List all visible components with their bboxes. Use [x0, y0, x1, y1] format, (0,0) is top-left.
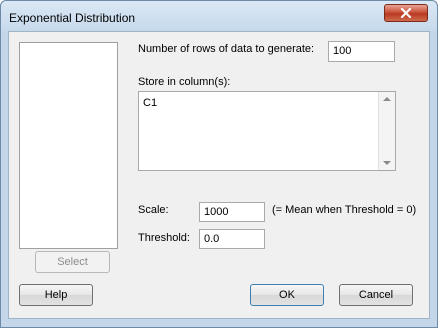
- help-button[interactable]: Help: [19, 284, 93, 306]
- scale-input[interactable]: 1000: [199, 202, 265, 222]
- scale-label: Scale:: [138, 204, 169, 216]
- dialog-window: Exponential Distribution Number of rows …: [0, 0, 438, 328]
- select-button[interactable]: Select: [35, 251, 110, 273]
- scroll-up-icon[interactable]: [383, 97, 391, 101]
- close-icon: [400, 8, 412, 18]
- rows-label: Number of rows of data to generate:: [138, 43, 315, 55]
- variable-list[interactable]: [19, 42, 118, 249]
- scroll-down-icon[interactable]: [383, 161, 391, 165]
- store-label: Store in column(s):: [138, 76, 231, 88]
- cancel-button[interactable]: Cancel: [339, 284, 413, 306]
- store-columns-scrollbar[interactable]: [378, 92, 395, 170]
- store-columns-textarea[interactable]: C1: [138, 91, 396, 171]
- threshold-label: Threshold:: [138, 232, 190, 244]
- title-bar: Exponential Distribution: [1, 1, 437, 31]
- close-button[interactable]: [384, 4, 428, 22]
- threshold-input[interactable]: 0.0: [199, 229, 265, 249]
- store-columns-value: C1: [143, 97, 158, 109]
- rows-input[interactable]: 100: [328, 41, 395, 62]
- ok-button[interactable]: OK: [250, 284, 324, 306]
- dialog-body: Number of rows of data to generate: 100 …: [8, 31, 430, 319]
- dialog-title: Exponential Distribution: [9, 11, 136, 25]
- scale-hint: (= Mean when Threshold = 0): [272, 204, 417, 216]
